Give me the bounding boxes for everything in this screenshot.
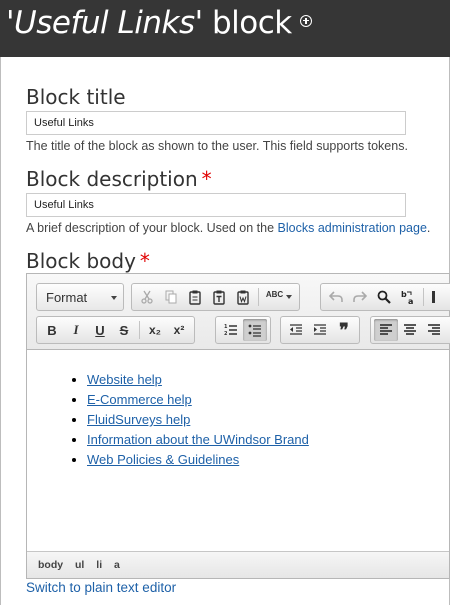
superscript-button[interactable]: x² [167,319,191,341]
link-fluidsurveys-help[interactable]: FluidSurveys help [87,412,190,427]
format-dropdown[interactable]: Format [36,283,124,311]
subscript-button[interactable]: x₂ [143,319,167,341]
paste-text-icon[interactable] [207,286,231,308]
page-title: 'Useful Links' block [6,5,312,41]
title-italic-part: Useful Links [14,5,195,41]
title-rest: ' block [194,5,293,41]
path-ul[interactable]: ul [75,559,84,571]
block-title-label: Block title [26,85,126,109]
element-path-bar: body ul li a [27,551,449,578]
replace-icon[interactable]: ba [396,286,420,308]
copy-icon[interactable] [159,286,183,308]
paste-icon[interactable] [183,286,207,308]
svg-text:1: 1 [224,324,228,330]
undo-icon[interactable] [324,286,348,308]
toolbar-separator [139,321,140,339]
italic-button[interactable]: I [64,319,88,341]
clipboard-group: ABC [131,283,300,311]
links-list: Website help E-Commerce help FluidSurvey… [67,370,309,470]
chevron-down-icon [286,295,293,299]
shortcut-add-icon[interactable] [299,14,312,27]
outdent-icon[interactable] [284,319,308,341]
cut-icon[interactable] [135,286,159,308]
indent-group: ❞ [280,316,360,344]
paste-word-icon[interactable] [231,286,255,308]
bold-button[interactable]: B [40,319,64,341]
list-item: Web Policies & Guidelines [87,450,309,470]
required-marker: * [201,167,212,191]
list-item: Website help [87,370,309,390]
bulleted-list-icon[interactable] [243,319,267,341]
block-body-label: Block body * [26,249,150,273]
switch-to-plain-text-link[interactable]: Switch to plain text editor [26,580,176,595]
path-body[interactable]: body [38,559,63,571]
numbered-list-icon[interactable]: 12 [219,319,243,341]
edit-group: ba [320,283,450,311]
editor-content[interactable]: Website help E-Commerce help FluidSurvey… [27,351,449,551]
blockquote-icon[interactable]: ❞ [332,319,356,341]
list-group: 12 [215,316,271,344]
block-description-input[interactable] [26,193,406,217]
chevron-down-icon [111,296,117,300]
strikethrough-button[interactable]: S [112,319,136,341]
align-center-icon[interactable] [398,319,422,341]
block-title-description: The title of the block as shown to the u… [26,139,408,153]
editor-toolbar: Format ABC b a B I U S x₂ x² 1 2 ❞ [27,274,450,350]
rich-text-editor: Format ABC b a B I U S x₂ x² 1 2 ❞ • Web… [26,273,450,579]
find-icon[interactable] [372,286,396,308]
toolbar-separator [423,288,424,306]
required-marker: * [139,249,150,273]
toolbar-separator [258,288,259,306]
link-web-policies[interactable]: Web Policies & Guidelines [87,452,239,467]
link-uwindsor-brand[interactable]: Information about the UWindsor Brand [87,432,309,447]
link-ecommerce-help[interactable]: E-Commerce help [87,392,192,407]
svg-text:2: 2 [224,331,228,337]
align-group [370,316,450,344]
more-icon[interactable] [427,286,439,308]
list-item: Information about the UWindsor Brand [87,430,309,450]
left-border [0,57,1,605]
basic-styles-group: B I U S x₂ x² [36,316,195,344]
block-description-help: A brief description of your block. Used … [26,221,431,235]
align-right-icon[interactable] [422,319,446,341]
indent-icon[interactable] [308,319,332,341]
spellcheck-icon[interactable]: ABC [262,286,296,308]
path-a[interactable]: a [114,559,120,571]
blocks-admin-link[interactable]: Blocks administration page [278,221,427,235]
block-title-input[interactable] [26,111,406,135]
redo-icon[interactable] [348,286,372,308]
underline-button[interactable]: U [88,319,112,341]
title-quote-open: ' [6,5,15,41]
list-item: E-Commerce help [87,390,309,410]
page-header: 'Useful Links' block [0,0,450,57]
path-li[interactable]: li [96,559,102,571]
list-item: FluidSurveys help [87,410,309,430]
svg-text:b: b [401,290,407,299]
align-left-icon[interactable] [374,319,398,341]
svg-text:a: a [408,297,413,305]
link-website-help[interactable]: Website help [87,372,162,387]
block-description-label: Block description * [26,167,212,191]
